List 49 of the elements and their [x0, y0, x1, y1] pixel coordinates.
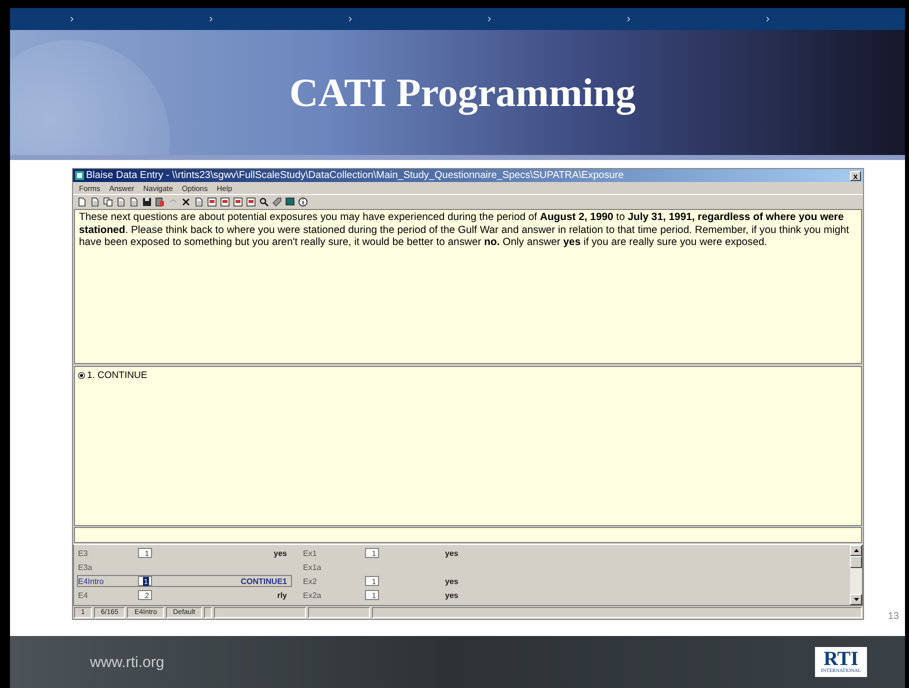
page-number: 13 — [888, 611, 899, 622]
field-name: Ex2a — [303, 590, 322, 600]
scroll-thumb[interactable] — [850, 556, 862, 568]
info-icon[interactable] — [298, 197, 308, 207]
nav-chevron: › — [488, 13, 492, 25]
question-text: These next questions are about potential exposures you may have experienced during the period of August 2, 1990 to July 31, 1991, regardless of where you were stationed. Please think back to where you were stationed during the period of the Gulf War and answer in relation to that time period. Remember, if you think you might have been exposed to something but you aren't really sure, it would be better to answer no. Only answer yes if you are really sure you were exposed. — [74, 209, 862, 364]
new-page-icon[interactable] — [77, 197, 87, 207]
page-icon[interactable] — [194, 197, 204, 207]
answer-text: yes — [444, 576, 460, 586]
nav-chevron: › — [348, 13, 354, 25]
scroll-up-button[interactable] — [850, 545, 862, 556]
nav-chevron: › — [626, 13, 632, 25]
scrollbar[interactable] — [850, 545, 862, 605]
monitor-icon[interactable] — [285, 197, 295, 207]
field-name: Ex2 — [303, 576, 318, 586]
nav-chevron: › — [70, 13, 75, 25]
window-title: Blaise Data Entry - \\rtints23\sgwv\FullScaleStudy\DataCollection\Main_Study_Questionnaire_Specs\SUPATRA\Exposure — [86, 170, 625, 181]
field-row[interactable]: E3a — [77, 561, 292, 573]
answer-text: CONTINUE1 — [240, 576, 288, 586]
nav-chevron: › — [209, 13, 214, 25]
down-arrow-icon — [854, 598, 858, 601]
field-row[interactable]: Ex1a — [302, 561, 482, 573]
answer-text: rly — [276, 590, 288, 600]
field-name: E4 — [78, 590, 89, 600]
app-icon — [75, 171, 84, 180]
answer-text: yes — [272, 548, 288, 558]
page-icon[interactable] — [129, 197, 139, 207]
answer-option[interactable]: 1. CONTINUE — [78, 370, 148, 381]
slide-title: CATI Programming — [288, 69, 636, 116]
field-name: Ex1a — [303, 562, 322, 572]
footer-url: www.rti.org — [90, 654, 164, 670]
paste-icon[interactable] — [155, 197, 165, 207]
copy-icon[interactable] — [103, 197, 113, 207]
search-icon[interactable] — [259, 197, 269, 207]
scroll-down-button[interactable] — [850, 594, 862, 605]
save-icon[interactable] — [142, 197, 152, 207]
field-name: E3 — [78, 548, 89, 558]
up-arrow-icon — [854, 549, 858, 552]
delete-icon[interactable] — [181, 197, 191, 207]
nav-chevron: › — [766, 13, 771, 25]
tag-icon[interactable] — [272, 197, 282, 207]
close-button[interactable]: x — [850, 170, 861, 180]
field-name: E4Intro — [78, 576, 105, 586]
page-icon[interactable] — [90, 197, 100, 207]
answer-text: yes — [444, 548, 460, 558]
field-name: E3a — [78, 562, 94, 572]
answer-text: yes — [444, 590, 460, 600]
field-name: Ex1 — [303, 548, 318, 558]
page-icon[interactable] — [116, 197, 126, 207]
